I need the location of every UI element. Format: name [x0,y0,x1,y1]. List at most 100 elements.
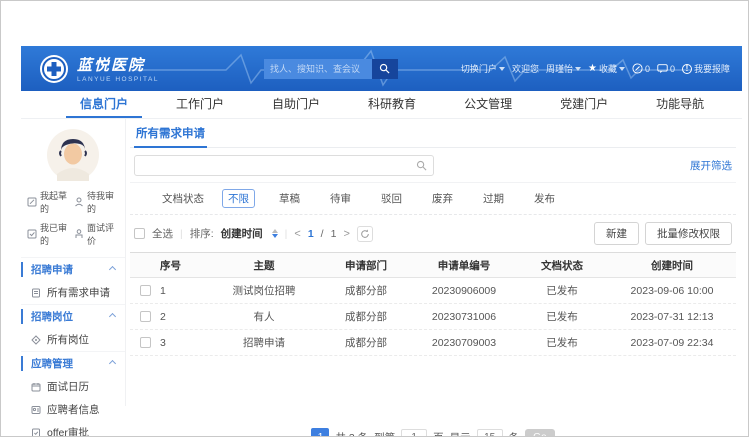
quick-link-reviewed-by-me[interactable]: 我已审的 [27,221,72,247]
sidebar-item-offer-approval[interactable]: offer审批 [21,421,125,437]
quick-link-label: 待我审的 [87,189,119,215]
row-checkbox[interactable] [140,285,151,296]
filter-option-expired[interactable]: 过期 [477,189,510,208]
tab-function-navigation[interactable]: 功能导航 [642,91,718,118]
total-pages: 1 [331,228,337,240]
table-row[interactable]: 2 有人 成都分部 20230731006 已发布 2023-07-31 12:… [130,304,736,330]
username: 周瑾怡 [546,62,573,75]
sort-field[interactable]: 创建时间 [221,226,263,241]
sidebar-section-recruit-request[interactable]: 招聘申请 [21,257,125,281]
sidebar-item-all-positions[interactable]: 所有岗位 [21,328,125,351]
cell-created-time: 2023-07-09 22:34 [608,337,736,349]
report-issue-label: 我要报障 [694,62,730,75]
total-count-text: 共 3 条 [335,430,368,437]
filter-option-draft[interactable]: 草稿 [273,189,306,208]
global-search-button[interactable] [372,59,398,79]
refresh-icon [360,229,370,239]
page-separator: / [321,228,324,240]
calendar-icon [31,382,41,392]
app-window: 蓝悦医院 LANYUE HOSPITAL 切换门户 欢迎您 周瑾怡 [21,46,742,406]
cell-subject[interactable]: 测试岗位招聘 [208,283,320,298]
filter-option-pending[interactable]: 待审 [324,189,357,208]
sidebar-item-all-demand-requests[interactable]: 所有需求申请 [21,281,125,304]
reviewed-icon [27,229,37,239]
sidebar-item-label: offer审批 [47,425,89,437]
select-all-label[interactable]: 全选 [152,226,173,241]
drafts-counter[interactable]: 0 [632,63,650,74]
hospital-logo-icon [39,54,69,84]
filter-option-published[interactable]: 发布 [528,189,561,208]
sidebar-item-interview-calendar[interactable]: 面试日历 [21,375,125,398]
chevron-up-icon [109,360,116,367]
tab-research-education[interactable]: 科研教育 [354,91,430,118]
cell-no: 3 [160,337,208,349]
section-title-label: 招聘申请 [31,262,73,277]
filter-option-unlimited[interactable]: 不限 [222,189,255,208]
chevron-down-icon [499,67,505,71]
filter-option-discarded[interactable]: 废弃 [426,189,459,208]
sidebar-item-applicant-info[interactable]: 应聘者信息 [21,398,125,421]
row-checkbox[interactable] [140,311,151,322]
refresh-button[interactable] [357,226,373,242]
new-button[interactable]: 新建 [594,222,639,245]
sort-direction-icon[interactable] [272,229,278,238]
table-row[interactable]: 1 测试岗位招聘 成都分部 20230906009 已发布 2023-09-06… [130,278,736,304]
tab-document-management[interactable]: 公文管理 [450,91,526,118]
favorites-menu[interactable]: ★ 收藏 [588,62,625,75]
tab-work-portal[interactable]: 工作门户 [162,91,238,118]
report-issue-link[interactable]: ! 我要报障 [682,62,730,75]
prev-page-arrow[interactable]: < [294,228,300,240]
welcome-label: 欢迎您 [512,62,539,75]
cell-doc-status: 已发布 [516,283,608,298]
cell-subject[interactable]: 招聘申请 [208,335,320,350]
col-department: 申请部门 [320,258,412,273]
quick-link-interview-evaluation[interactable]: 面试评价 [74,221,119,247]
go-button[interactable]: Go [525,429,554,437]
next-page-arrow[interactable]: > [343,228,349,240]
message-icon [657,64,668,74]
list-search-input[interactable] [134,155,434,176]
quick-link-pending-my-review[interactable]: 待我审的 [74,189,119,215]
cell-order-number: 20230709003 [412,337,516,349]
tab-self-service-portal[interactable]: 自助门户 [258,91,334,118]
hospital-logo: 蓝悦医院 LANYUE HOSPITAL [39,54,159,84]
select-all-checkbox[interactable] [134,228,145,239]
goto-page-input[interactable] [401,429,427,437]
page-title: 所有需求申请 [134,119,207,148]
page-number-button[interactable]: 1 [311,428,329,437]
sidebar-item-label: 所有岗位 [47,332,89,347]
cell-created-time: 2023-07-31 12:13 [608,311,736,323]
tab-party-portal[interactable]: 党建门户 [546,91,622,118]
top-header: 蓝悦医院 LANYUE HOSPITAL 切换门户 欢迎您 周瑾怡 [21,46,742,91]
messages-counter[interactable]: 0 [657,64,675,74]
hospital-name-en: LANYUE HOSPITAL [77,76,159,83]
sidebar-section-application-management[interactable]: 应聘管理 [21,351,125,375]
filter-option-rejected[interactable]: 驳回 [375,189,408,208]
user-menu[interactable]: 周瑾怡 [546,62,581,75]
table-header-row: 序号 主题 申请部门 申请单编号 文档状态 创建时间 [130,252,736,278]
global-search [264,59,398,79]
page-size-input[interactable] [477,429,503,437]
expand-filter-link[interactable]: 展开筛选 [690,158,732,173]
current-page: 1 [308,228,314,240]
cell-order-number: 20230731006 [412,311,516,323]
row-checkbox[interactable] [140,337,151,348]
tab-info-portal[interactable]: 信息门户 [66,91,142,118]
cell-subject[interactable]: 有人 [208,309,320,324]
divider: | [285,228,288,240]
batch-edit-permissions-button[interactable]: 批量修改权限 [645,222,732,245]
portal-nav: 信息门户 工作门户 自助门户 科研教育 公文管理 党建门户 功能导航 [21,91,742,119]
goto-label: 到第 [374,430,395,437]
table-row[interactable]: 3 招聘申请 成都分部 20230709003 已发布 2023-07-09 2… [130,330,736,356]
sidebar-item-label: 所有需求申请 [47,285,110,300]
global-search-input[interactable] [264,59,372,79]
divider: | [180,228,183,240]
sidebar-section-recruit-positions[interactable]: 招聘岗位 [21,304,125,328]
switch-portal-menu[interactable]: 切换门户 [461,62,505,75]
cell-no: 2 [160,311,208,323]
quick-links: 我起草的 待我审的 我已审的 面试评价 [21,189,125,257]
grid-icon [31,335,41,345]
chevron-down-icon [575,67,581,71]
user-avatar[interactable] [47,129,99,181]
quick-link-my-drafts[interactable]: 我起草的 [27,189,72,215]
